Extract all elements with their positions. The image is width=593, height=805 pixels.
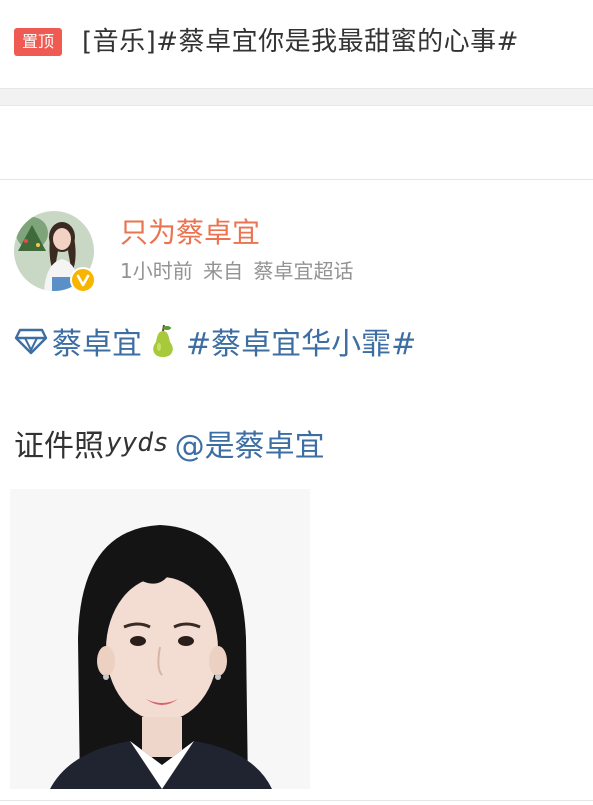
post-text: 证件照 yyds @是蔡卓宜 bbox=[14, 421, 325, 465]
pinned-post-title[interactable]: [音乐]#蔡卓宜你是我最甜蜜的心事# bbox=[82, 22, 519, 62]
super-topic-link[interactable]: 蔡卓宜 bbox=[52, 319, 142, 363]
pinned-post-row[interactable]: 置顶 [音乐]#蔡卓宜你是我最甜蜜的心事# bbox=[0, 0, 593, 88]
hashtag-link[interactable]: #蔡卓宜华小霏# bbox=[186, 319, 416, 363]
pear-emoji-icon bbox=[153, 324, 173, 357]
author-name[interactable]: 只为蔡卓宜 bbox=[120, 215, 260, 251]
post-text-suffix: yyds bbox=[106, 428, 169, 458]
verified-badge-icon bbox=[70, 267, 96, 293]
source-prefix: 来自 bbox=[203, 259, 244, 283]
mention-link[interactable]: @是蔡卓宜 bbox=[175, 421, 325, 465]
pinned-badge: 置顶 bbox=[14, 28, 62, 56]
section-divider bbox=[0, 88, 593, 106]
empty-spacer bbox=[0, 106, 593, 180]
post-text-prefix: 证件照 bbox=[14, 429, 104, 464]
diamond-icon bbox=[14, 328, 48, 355]
topic-line: 蔡卓宜 #蔡卓宜华小霏# bbox=[14, 319, 416, 363]
post-time: 1小时前 bbox=[120, 259, 193, 283]
post-source-link[interactable]: 蔡卓宜超话 bbox=[253, 259, 353, 283]
portrait-image bbox=[10, 489, 310, 789]
feed-post: 只为蔡卓宜 1小时前 来自 蔡卓宜超话 蔡卓宜 #蔡卓宜华小霏# 证件照 yyd… bbox=[0, 181, 593, 805]
post-bottom-divider bbox=[0, 800, 593, 801]
post-photo[interactable] bbox=[10, 489, 310, 789]
post-meta: 1小时前 来自 蔡卓宜超话 bbox=[120, 257, 357, 285]
